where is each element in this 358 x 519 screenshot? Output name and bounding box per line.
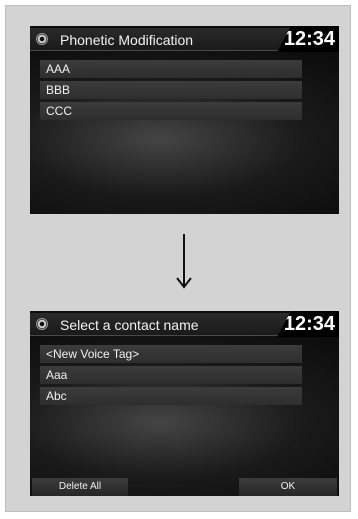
ok-button[interactable]: OK <box>239 478 337 496</box>
gear-icon <box>37 319 47 329</box>
contact-list: <New Voice Tag> Aaa Abc <box>40 345 302 408</box>
list-item[interactable]: AAA <box>40 60 302 78</box>
delete-all-button[interactable]: Delete All <box>32 478 128 496</box>
contact-list: AAA BBB CCC <box>40 60 302 123</box>
list-item[interactable]: CCC <box>40 102 302 120</box>
phonetic-modification-screen: Phonetic Modification 12:34 AAA BBB CCC <box>30 26 339 214</box>
screen-title: Select a contact name <box>60 317 199 333</box>
select-contact-screen: Select a contact name 12:34 <New Voice T… <box>30 311 339 496</box>
title-bar: Select a contact name <box>30 313 302 336</box>
screen-header: Phonetic Modification 12:34 <box>30 26 339 52</box>
clock: 12:34 <box>283 313 335 335</box>
gear-icon <box>37 34 47 44</box>
list-item[interactable]: BBB <box>40 81 302 99</box>
down-arrow-icon <box>176 234 192 289</box>
list-item[interactable]: Aaa <box>40 366 302 384</box>
clock: 12:34 <box>283 28 335 50</box>
screen-header: Select a contact name 12:34 <box>30 311 339 337</box>
screen-title: Phonetic Modification <box>60 32 194 48</box>
title-bar: Phonetic Modification <box>30 28 302 51</box>
list-item[interactable]: Abc <box>40 387 302 405</box>
list-item-new-voice-tag[interactable]: <New Voice Tag> <box>40 345 302 363</box>
